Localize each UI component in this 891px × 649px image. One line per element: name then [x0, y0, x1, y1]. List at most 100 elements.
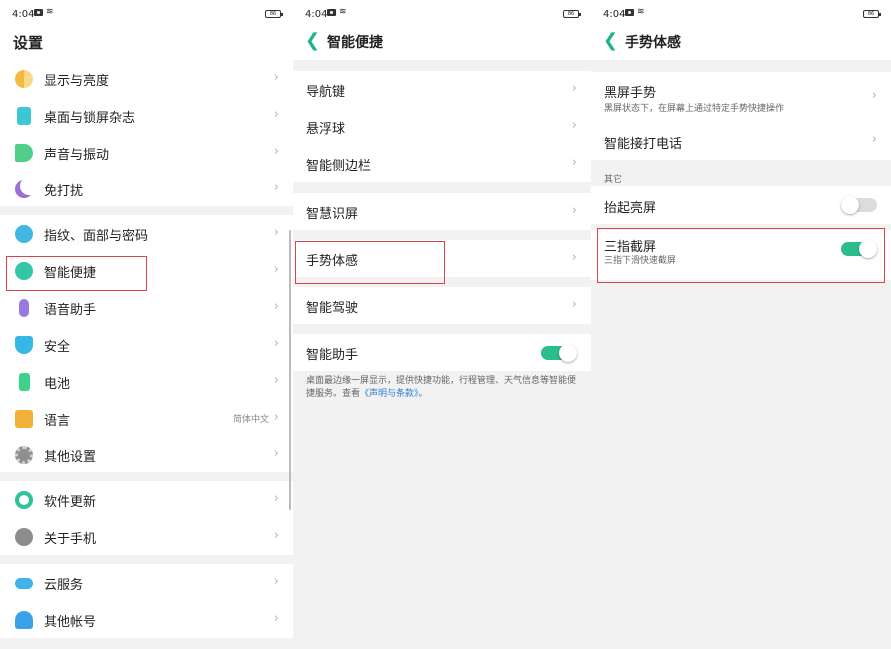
highlight-box — [6, 256, 147, 291]
highlight-box — [597, 228, 885, 283]
gesture-item-screen-off[interactable]: 黑屏手势 黑屏状态下，在屏幕上通过特定手势快捷操作 › — [591, 72, 891, 122]
chevron-right-icon: › — [273, 573, 279, 589]
chevron-right-icon: › — [273, 179, 279, 195]
settings-screen: 4:04 ≋ 86 设置 显示与亮度 › 桌面与锁屏杂志 › 声音与振动 › 免… — [0, 0, 293, 649]
status-time: 4:04 — [305, 9, 328, 20]
gesture-item-label: 智能接打电话 — [604, 137, 683, 152]
gesture-header: ❮ 手势体感 — [591, 28, 891, 60]
smart-item-floatball[interactable]: 悬浮球 › — [293, 108, 591, 145]
settings-item-display[interactable]: 显示与亮度 › — [0, 60, 293, 97]
page-title: 智能便捷 — [327, 35, 383, 51]
scrollbar[interactable] — [289, 230, 291, 510]
settings-item-label: 指纹、面部与密码 — [44, 229, 149, 244]
gear-icon — [15, 445, 33, 464]
chevron-right-icon: › — [273, 143, 279, 159]
settings-item-label: 关于手机 — [44, 532, 97, 547]
chevron-right-icon: › — [571, 117, 577, 133]
back-arrow-icon[interactable]: ❮ — [603, 30, 618, 51]
settings-item-language[interactable]: 语言 简体中文 › — [0, 400, 293, 437]
page-title: 设置 — [13, 34, 44, 52]
settings-item-label: 桌面与锁屏杂志 — [44, 111, 136, 126]
chevron-right-icon: › — [571, 202, 577, 218]
chevron-right-icon: › — [273, 490, 279, 506]
settings-item-voice[interactable]: 语音助手 › — [0, 289, 293, 326]
smart-item-label: 智慧识屏 — [306, 207, 359, 222]
chevron-right-icon: › — [871, 132, 877, 147]
settings-item-about[interactable]: 关于手机 › — [0, 518, 293, 555]
settings-item-security[interactable]: 安全 › — [0, 326, 293, 363]
settings-item-label: 电池 — [44, 377, 71, 392]
settings-item-other[interactable]: 其他设置 › — [0, 437, 293, 472]
display-brightness-icon — [15, 69, 33, 88]
chevron-right-icon: › — [571, 80, 577, 96]
settings-item-label: 云服务 — [44, 578, 84, 593]
moon-icon — [15, 180, 33, 198]
settings-item-cloud[interactable]: 云服务 › — [0, 564, 293, 601]
gesture-item-raise-wake[interactable]: 抬起亮屏 — [591, 186, 891, 224]
chevron-right-icon: › — [273, 261, 279, 277]
settings-item-battery[interactable]: 电池 › — [0, 363, 293, 400]
status-icons: ≋ — [625, 8, 645, 17]
back-arrow-icon[interactable]: ❮ — [305, 30, 320, 51]
fingerprint-icon — [15, 224, 33, 243]
toggle-knob — [841, 196, 859, 214]
smart-item-label: 智能助手 — [306, 348, 359, 363]
settings-item-dnd[interactable]: 免打扰 › — [0, 171, 293, 206]
camera-notification-icon — [625, 8, 634, 16]
settings-item-label: 其他设置 — [44, 450, 97, 465]
section-label-other: 其它 — [604, 175, 623, 185]
settings-item-label: 软件更新 — [44, 495, 97, 510]
chevron-right-icon: › — [871, 88, 877, 103]
settings-item-label: 语音助手 — [44, 303, 97, 318]
smart-item-sidebar[interactable]: 智能侧边栏 › — [293, 145, 591, 182]
settings-item-accounts[interactable]: 其他帐号 › — [0, 601, 293, 638]
battery-icon — [19, 372, 30, 391]
smart-item-screen-recognition[interactable]: 智慧识屏 › — [293, 193, 591, 230]
battery-indicator-icon: 86 — [863, 10, 881, 18]
camera-notification-icon — [34, 8, 43, 16]
desktop-lockscreen-icon — [17, 106, 31, 125]
chevron-right-icon: › — [273, 409, 279, 425]
settings-item-sound[interactable]: 声音与振动 › — [0, 134, 293, 171]
chevron-right-icon: › — [273, 69, 279, 85]
terms-link[interactable]: 《声明与条款》 — [360, 389, 419, 399]
status-icons: ≋ — [34, 7, 54, 17]
wifi-icon: ≋ — [46, 7, 54, 17]
battery-indicator-icon: 86 — [563, 10, 581, 18]
highlight-box — [295, 241, 445, 284]
settings-item-label: 安全 — [44, 340, 71, 355]
settings-item-desktop[interactable]: 桌面与锁屏杂志 › — [0, 97, 293, 134]
settings-item-update[interactable]: 软件更新 › — [0, 481, 293, 518]
language-value: 简体中文 — [232, 414, 269, 425]
chevron-right-icon: › — [273, 372, 279, 388]
battery-indicator-icon: 86 — [265, 10, 283, 18]
chevron-right-icon: › — [273, 106, 279, 122]
status-bar: 4:04 ≋ 86 — [293, 0, 591, 28]
raise-wake-toggle[interactable] — [841, 196, 877, 214]
chevron-right-icon: › — [571, 249, 577, 265]
smart-item-navkeys[interactable]: 导航键 › — [293, 71, 591, 108]
status-icons: ≋ — [327, 8, 347, 17]
gesture-screen: 4:04 ≋ 86 ❮ 手势体感 黑屏手势 黑屏状态下，在屏幕上通过特定手势快捷… — [591, 0, 891, 649]
assistant-description-end: 。 — [418, 389, 428, 399]
settings-item-fingerprint[interactable]: 指纹、面部与密码 › — [0, 215, 293, 252]
shield-icon — [15, 335, 33, 354]
toggle-knob — [559, 344, 577, 362]
smart-item-assistant[interactable]: 智能助手 — [293, 334, 591, 371]
assistant-toggle[interactable] — [541, 344, 577, 362]
assistant-description-text: 桌面最边缘一屏显示，提供快捷功能，行程管理、天气信息等智能便捷服务。查看 — [306, 376, 577, 399]
status-time: 4:04 — [603, 9, 626, 20]
gesture-item-smart-call[interactable]: 智能接打电话 › — [591, 122, 891, 160]
chevron-right-icon: › — [571, 296, 577, 312]
gesture-item-subtitle: 黑屏状态下，在屏幕上通过特定手势快捷操作 — [604, 104, 785, 114]
smart-item-label: 悬浮球 — [306, 122, 346, 137]
assistant-description: 桌面最边缘一屏显示，提供快捷功能，行程管理、天气信息等智能便捷服务。查看《声明与… — [306, 375, 578, 401]
sound-vibration-icon — [15, 143, 33, 162]
smart-item-driving[interactable]: 智能驾驶 › — [293, 287, 591, 324]
chevron-right-icon: › — [273, 298, 279, 314]
settings-item-label: 显示与亮度 — [44, 74, 110, 89]
settings-item-label: 其他帐号 — [44, 615, 97, 630]
status-time: 4:04 — [12, 9, 35, 20]
smart-item-label: 智能驾驶 — [306, 301, 359, 316]
update-icon — [15, 490, 33, 509]
